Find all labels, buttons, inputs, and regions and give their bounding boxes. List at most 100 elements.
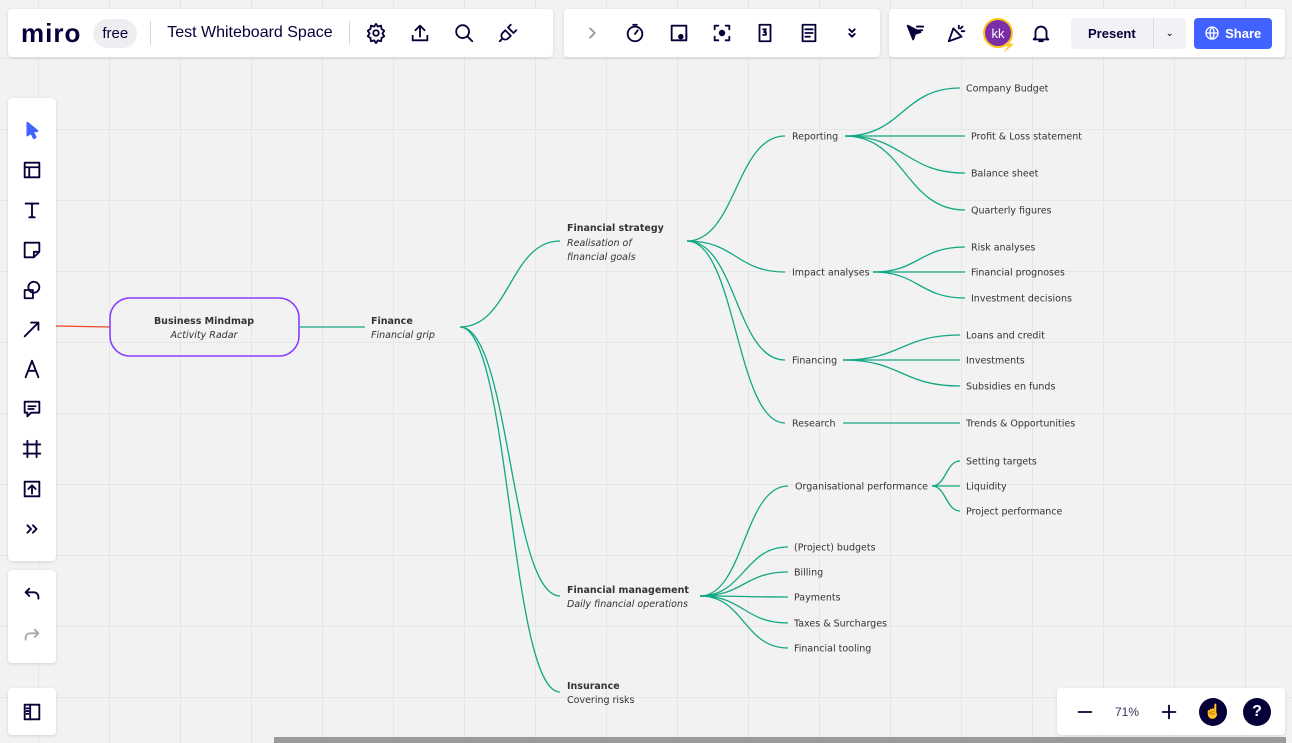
hand-pointer-icon[interactable]: ☝ <box>1198 697 1227 726</box>
leaf-node[interactable]: Subsidies en funds <box>966 382 1055 393</box>
leaf-node[interactable]: (Project) budgets <box>794 543 876 554</box>
notes-icon[interactable] <box>795 19 823 47</box>
node-financial-management[interactable]: Financial management <box>567 585 689 596</box>
tools-bar <box>564 9 880 57</box>
root-subtitle[interactable]: Activity Radar <box>170 330 239 341</box>
leaf-node[interactable]: Setting targets <box>966 457 1037 468</box>
branch-line <box>842 334 961 361</box>
leaf-node[interactable]: Quarterly figures <box>971 206 1052 217</box>
node-financial-strategy[interactable]: Financial strategy <box>567 223 665 234</box>
leaf-node[interactable]: Taxes & Surcharges <box>793 619 887 630</box>
redo-icon[interactable] <box>18 623 46 651</box>
chevron-down-icon[interactable]: ⌄ <box>1154 18 1186 49</box>
frame-icon[interactable] <box>18 435 46 463</box>
lightning-icon: ⚡ <box>1001 38 1016 52</box>
leaf-node[interactable]: Payments <box>794 593 841 604</box>
cursor-filter-icon[interactable] <box>901 19 929 47</box>
leaf-node[interactable]: Balance sheet <box>971 169 1039 180</box>
comment-icon[interactable] <box>18 395 46 423</box>
node-finance[interactable]: Finance <box>371 316 413 327</box>
share-label: Share <box>1225 25 1262 41</box>
upload-tool-icon[interactable] <box>18 475 46 503</box>
leaf-node[interactable]: Trends & Opportunities <box>965 419 1075 430</box>
bell-icon[interactable] <box>1027 19 1055 47</box>
select-cursor-icon[interactable] <box>18 116 46 144</box>
board-title[interactable]: Test Whiteboard Space <box>167 24 332 42</box>
branch-line <box>459 326 561 693</box>
plan-badge[interactable]: free <box>93 18 138 48</box>
present-button[interactable]: Present <box>1071 17 1154 49</box>
gear-icon[interactable] <box>362 19 390 47</box>
branch-line <box>699 595 789 624</box>
sticky-note-icon[interactable] <box>18 236 46 264</box>
branch-line <box>844 135 966 174</box>
zoom-level[interactable]: 71% <box>1115 705 1139 719</box>
node-research[interactable]: Research <box>792 419 836 430</box>
board-panel-toggle[interactable] <box>8 688 56 735</box>
text-icon[interactable] <box>18 196 46 224</box>
divider <box>348 21 350 45</box>
branch-line <box>872 246 966 273</box>
mindmap[interactable]: Business Mindmap Activity Radar Finance Fin… <box>0 0 1292 743</box>
templates-icon[interactable] <box>18 156 46 184</box>
leaf-node[interactable]: Billing <box>794 568 823 579</box>
branch-line <box>699 546 789 597</box>
plug-icon[interactable] <box>494 19 522 47</box>
zoom-controls: 71% ☝ ? <box>1057 688 1285 735</box>
divider <box>150 21 152 45</box>
node-organisational-performance[interactable]: Organisational performance <box>795 482 928 493</box>
zoom-in-icon[interactable] <box>1155 698 1183 726</box>
branch-line <box>699 485 789 597</box>
avatar[interactable]: kk ⚡ <box>983 18 1016 52</box>
miro-logo[interactable]: miro <box>21 18 81 49</box>
node-reporting[interactable]: Reporting <box>792 132 838 143</box>
board-header: miro free Test Whiteboard Space <box>8 9 553 57</box>
branch-line <box>931 485 961 512</box>
leaf-node[interactable]: Investment decisions <box>971 294 1072 305</box>
leaf-node[interactable]: Financial prognoses <box>971 268 1065 279</box>
leaf-node[interactable]: Loans and credit <box>966 331 1045 342</box>
leaf-node[interactable]: Project performance <box>966 507 1063 518</box>
node-impact[interactable]: Impact analyses <box>792 268 870 279</box>
node-subtitle[interactable]: Realisation of <box>567 238 633 249</box>
node-financing[interactable]: Financing <box>792 356 837 367</box>
branch-line <box>459 326 561 597</box>
video-icon[interactable] <box>665 19 693 47</box>
share-button[interactable]: Share <box>1193 17 1272 49</box>
root-title[interactable]: Business Mindmap <box>154 316 254 327</box>
pen-icon[interactable] <box>18 355 46 383</box>
upload-icon[interactable] <box>406 19 434 47</box>
undo-icon[interactable] <box>18 582 46 610</box>
root-node <box>109 297 300 357</box>
card-icon[interactable] <box>751 19 779 47</box>
branch-line <box>842 359 961 387</box>
collaboration-bar: kk ⚡ Present ⌄ Share <box>889 9 1285 57</box>
leaf-node[interactable]: Company Budget <box>966 84 1049 95</box>
branch-line <box>686 240 786 424</box>
zoom-out-icon[interactable] <box>1071 698 1099 726</box>
arrow-icon[interactable] <box>18 315 46 343</box>
more-tools-icon[interactable] <box>18 515 46 543</box>
chevron-right-icon[interactable] <box>578 19 606 47</box>
leaf-node[interactable]: Liquidity <box>966 482 1007 493</box>
node-insurance[interactable]: Insurance <box>567 681 620 692</box>
history-toolbar <box>8 570 56 663</box>
celebrate-icon[interactable] <box>943 19 971 47</box>
node-subtitle[interactable]: financial goals <box>567 252 636 263</box>
search-icon[interactable] <box>450 19 478 47</box>
branch-line <box>686 135 786 242</box>
leaf-node[interactable]: Profit & Loss statement <box>971 132 1082 143</box>
present-group: Present ⌄ <box>1071 17 1186 49</box>
leaf-node[interactable]: Investments <box>966 356 1025 367</box>
node-finance-subtitle[interactable]: Financial grip <box>371 330 435 341</box>
leaf-node[interactable]: Risk analyses <box>971 243 1035 254</box>
focus-icon[interactable] <box>708 19 736 47</box>
shapes-icon[interactable] <box>18 276 46 304</box>
horizontal-scrollbar[interactable] <box>274 737 1286 743</box>
node-subtitle[interactable]: Covering risks <box>567 695 635 706</box>
chevron-double-down-icon[interactable] <box>838 19 866 47</box>
leaf-node[interactable]: Financial tooling <box>794 644 871 655</box>
timer-icon[interactable] <box>621 19 649 47</box>
help-icon[interactable]: ? <box>1242 697 1271 726</box>
node-subtitle[interactable]: Daily financial operations <box>567 599 688 610</box>
